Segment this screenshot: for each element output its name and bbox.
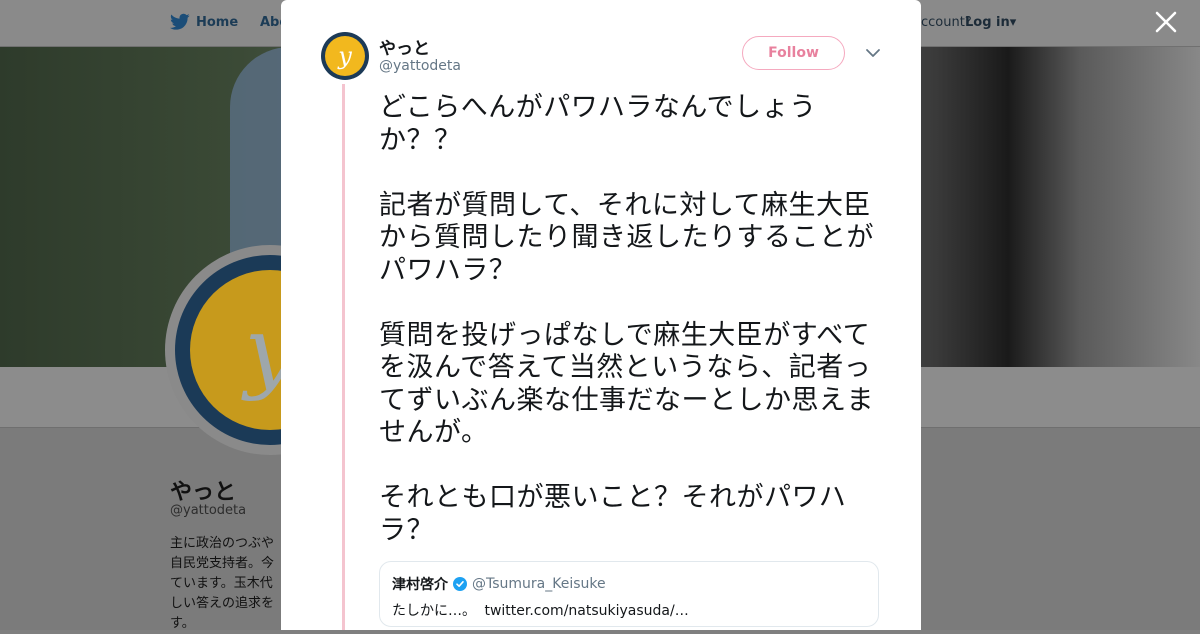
quoted-tweet-link[interactable]: twitter.com/natsukiyasuda/… (484, 603, 688, 619)
thread-connector-line (342, 84, 345, 630)
twitter-bird-icon (170, 13, 190, 30)
close-icon[interactable] (1150, 8, 1182, 40)
quoted-tweet-header: 津村啓介 @Tsumura_Keisuke (392, 574, 866, 594)
quoted-author-handle: @Tsumura_Keisuke (472, 576, 606, 592)
quoted-author-name: 津村啓介 (392, 577, 448, 593)
profile-handle: @yattodeta (170, 503, 247, 518)
quoted-tweet-text: たしかに…。 (392, 603, 476, 619)
nav-home-label: Home (196, 14, 239, 30)
caret-down-icon: ▾ (1009, 15, 1017, 30)
quoted-tweet-card[interactable]: 津村啓介 @Tsumura_Keisuke たしかに…。 twitter.com… (379, 561, 879, 627)
login-link[interactable]: Log in▾ (965, 15, 1016, 30)
follow-button[interactable]: Follow (742, 36, 845, 70)
profile-bio: 主に政治のつぶや 自民党支持者。今 ています。玉木代 しい答えの追求を す。 (170, 536, 275, 631)
chevron-down-icon[interactable] (864, 44, 882, 62)
tweet-modal: y やっと @yattodeta Follow どこらへんがパワハラなんでしょう… (281, 0, 921, 630)
login-label: Log in (965, 15, 1010, 30)
tweet-paragraph: それとも口が悪いこと？それがパワハラ？ (379, 482, 847, 546)
tweet-paragraph: 記者が質問して、それに対して麻生大臣から質問したり聞き返したりすることがパワハラ… (379, 189, 874, 286)
tweet-text: どこらへんがパワハラなんでしょうか？？ 記者が質問して、それに対して麻生大臣から… (379, 92, 889, 580)
profile-name: やっと (170, 480, 237, 505)
author-avatar[interactable]: y (321, 32, 369, 80)
quoted-tweet-body: たしかに…。 twitter.com/natsukiyasuda/… (392, 600, 866, 620)
author-name[interactable]: やっと (379, 34, 430, 59)
author-handle[interactable]: @yattodeta (379, 58, 461, 74)
tweet-paragraph: どこらへんがパワハラなんでしょうか？？ (379, 92, 817, 156)
tweet-paragraph: 質問を投げっぱなしで麻生大臣がすべてを汲んで答えて当然というなら、記者ってずいぶ… (379, 319, 874, 449)
close-x-glyph (1155, 11, 1177, 33)
verified-badge-icon (453, 577, 467, 591)
nav-home-link[interactable]: Home (170, 13, 238, 31)
